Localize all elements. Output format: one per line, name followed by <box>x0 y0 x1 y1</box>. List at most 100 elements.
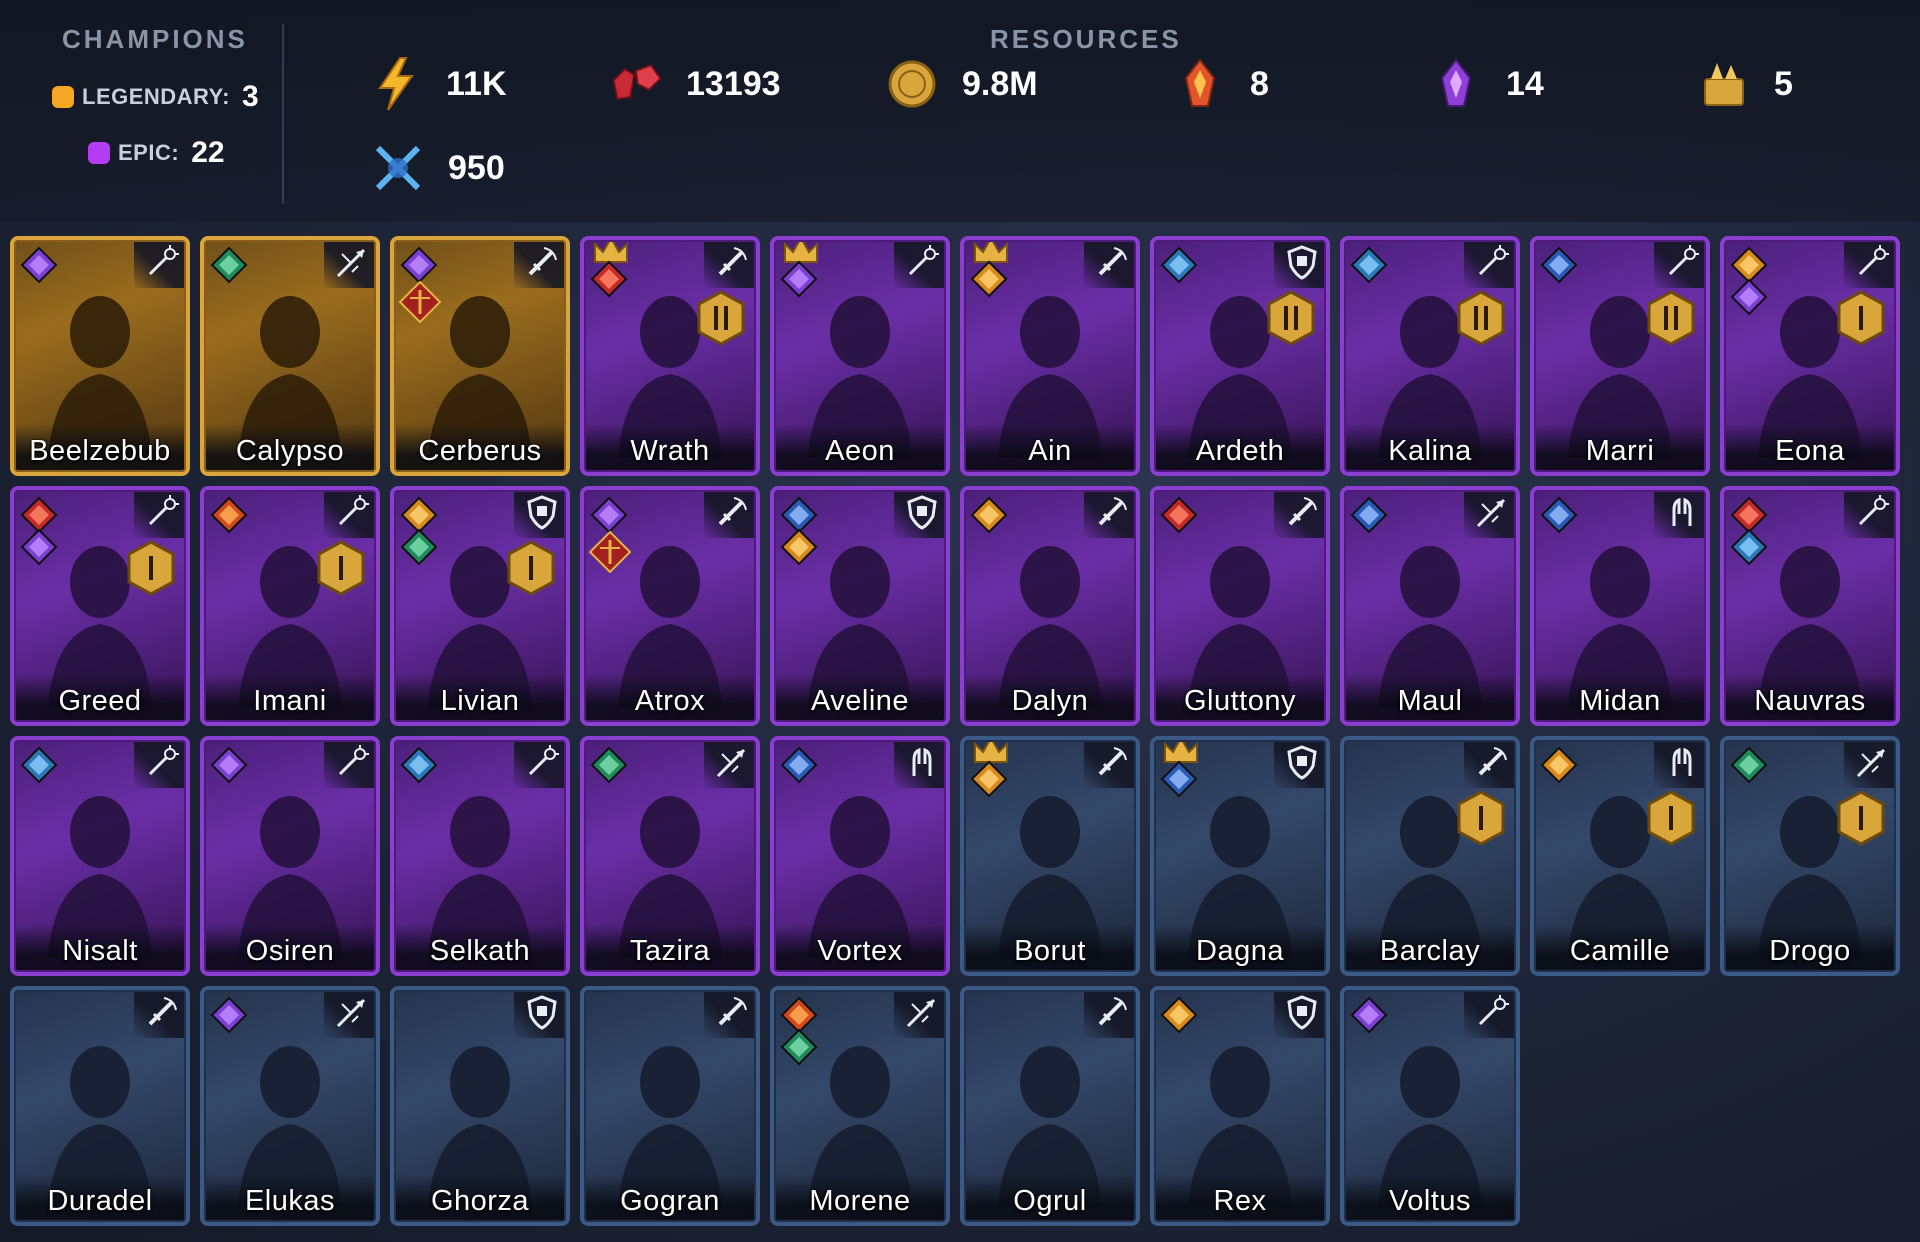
champion-card-eona[interactable]: Eona <box>1720 236 1900 476</box>
champion-name: Morene <box>809 1185 911 1217</box>
defense-type-icon <box>524 494 560 530</box>
magic-type-icon <box>1854 244 1890 280</box>
champion-card-greed[interactable]: Greed <box>10 486 190 726</box>
champion-card-aeon[interactable]: Aeon <box>770 236 950 476</box>
ranged-type-icon <box>1854 744 1890 780</box>
arena-swords-icon <box>370 140 426 196</box>
champion-card-ghorza[interactable]: Ghorza <box>390 986 570 1226</box>
resource-gold-trophy[interactable]: 5 <box>1696 56 1793 112</box>
champion-card-dalyn[interactable]: Dalyn <box>960 486 1140 726</box>
champion-card-rex[interactable]: Rex <box>1150 986 1330 1226</box>
champion-name: Dalyn <box>1011 685 1089 717</box>
champion-card-midan[interactable]: Midan <box>1530 486 1710 726</box>
champion-name: Livian <box>440 685 520 717</box>
champion-card-osiren[interactable]: Osiren <box>200 736 380 976</box>
champion-card-aveline[interactable]: Aveline <box>770 486 950 726</box>
ranged-type-icon <box>904 994 940 1030</box>
champion-name: Dagna <box>1196 935 1284 967</box>
champion-name: Imani <box>253 685 327 717</box>
resource-rubies[interactable]: 13193 <box>608 56 781 112</box>
champion-card-ogrul[interactable]: Ogrul <box>960 986 1140 1226</box>
champion-card-dagna[interactable]: Dagna <box>1150 736 1330 976</box>
rank-badge-icon <box>1646 290 1696 346</box>
void-affinity-icon <box>20 246 58 284</box>
champion-name: Aveline <box>810 685 910 717</box>
rank-badge-icon <box>506 540 556 596</box>
champion-name: Duradel <box>47 1185 153 1217</box>
champion-card-calypso[interactable]: Calypso <box>200 236 380 476</box>
resource-silver[interactable]: 9.8M <box>884 56 1038 112</box>
resource-arena[interactable]: 950 <box>370 140 505 196</box>
mind-affinity-icon <box>780 746 818 784</box>
champion-card-marri[interactable]: Marri <box>1530 236 1710 476</box>
champion-card-imani[interactable]: Imani <box>200 486 380 726</box>
support-type-icon <box>904 744 940 780</box>
champion-card-drogo[interactable]: Drogo <box>1720 736 1900 976</box>
magic-type-icon <box>334 494 370 530</box>
epic-value: 22 <box>191 136 225 169</box>
epic-count: EPIC: 22 <box>88 136 225 170</box>
energy-icon <box>368 56 424 112</box>
melee-type-icon <box>714 494 750 530</box>
resource-value: 13193 <box>686 64 781 103</box>
champion-card-camille[interactable]: Camille <box>1530 736 1710 976</box>
mind-affinity-icon <box>1540 246 1578 284</box>
champion-card-wrath[interactable]: Wrath <box>580 236 760 476</box>
void-affinity-icon <box>1350 996 1388 1034</box>
void-affinity-icon <box>210 996 248 1034</box>
champion-name: Ogrul <box>1013 1185 1087 1217</box>
spirit-affinity-icon <box>780 1028 818 1066</box>
champion-card-kalina[interactable]: Kalina <box>1340 236 1520 476</box>
champion-card-gogran[interactable]: Gogran <box>580 986 760 1226</box>
champion-card-barclay[interactable]: Barclay <box>1340 736 1520 976</box>
header-panel: CHAMPIONS RESOURCES LEGENDARY: 3 EPIC: 2… <box>0 0 1920 222</box>
defense-type-icon <box>1284 244 1320 280</box>
champion-card-selkath[interactable]: Selkath <box>390 736 570 976</box>
purple-crystal-icon <box>1428 56 1484 112</box>
melee-type-icon <box>1094 244 1130 280</box>
champion-card-ardeth[interactable]: Ardeth <box>1150 236 1330 476</box>
resource-fire-crystal[interactable]: 8 <box>1172 56 1269 112</box>
champion-name: Marri <box>1585 435 1655 467</box>
resource-value: 11K <box>446 64 507 103</box>
champion-card-morene[interactable]: Morene <box>770 986 950 1226</box>
champion-name: Tazira <box>629 935 711 967</box>
resource-value: 5 <box>1774 64 1793 103</box>
champion-card-atrox[interactable]: Atrox <box>580 486 760 726</box>
spirit-blue-affinity-icon <box>400 746 438 784</box>
champion-card-beelzebub[interactable]: Beelzebub <box>10 236 190 476</box>
rank-badge-icon <box>1646 790 1696 846</box>
champion-card-duradel[interactable]: Duradel <box>10 986 190 1226</box>
defense-type-icon <box>524 994 560 1030</box>
magic-type-icon <box>1474 244 1510 280</box>
silver-coin-icon <box>884 56 940 112</box>
resource-energy[interactable]: 11K <box>368 56 507 112</box>
champion-card-elukas[interactable]: Elukas <box>200 986 380 1226</box>
defense-type-icon <box>1284 744 1320 780</box>
magic-affinity-icon <box>970 496 1008 534</box>
champion-name: Maul <box>1397 685 1463 717</box>
epic-label: EPIC: <box>118 140 180 165</box>
champion-card-voltus[interactable]: Voltus <box>1340 986 1520 1226</box>
champion-card-maul[interactable]: Maul <box>1340 486 1520 726</box>
champion-card-tazira[interactable]: Tazira <box>580 736 760 976</box>
magic-affinity-icon <box>970 260 1008 298</box>
spirit-affinity-icon <box>590 746 628 784</box>
resource-purple-crystal[interactable]: 14 <box>1428 56 1544 112</box>
magic-affinity-icon <box>1540 746 1578 784</box>
champion-card-livian[interactable]: Livian <box>390 486 570 726</box>
champion-card-gluttony[interactable]: Gluttony <box>1150 486 1330 726</box>
champion-card-borut[interactable]: Borut <box>960 736 1140 976</box>
mind-affinity-icon <box>1540 496 1578 534</box>
champion-card-ain[interactable]: Ain <box>960 236 1140 476</box>
champion-card-nauvras[interactable]: Nauvras <box>1720 486 1900 726</box>
champion-card-nisalt[interactable]: Nisalt <box>10 736 190 976</box>
magic-type-icon <box>144 244 180 280</box>
magic-type-icon <box>144 744 180 780</box>
champion-card-vortex[interactable]: Vortex <box>770 736 950 976</box>
rank-badge-icon <box>696 290 746 346</box>
champion-card-cerberus[interactable]: Cerberus <box>390 236 570 476</box>
rank-badge-icon <box>126 540 176 596</box>
rank-badge-icon <box>1836 290 1886 346</box>
rank-badge-icon <box>1836 790 1886 846</box>
